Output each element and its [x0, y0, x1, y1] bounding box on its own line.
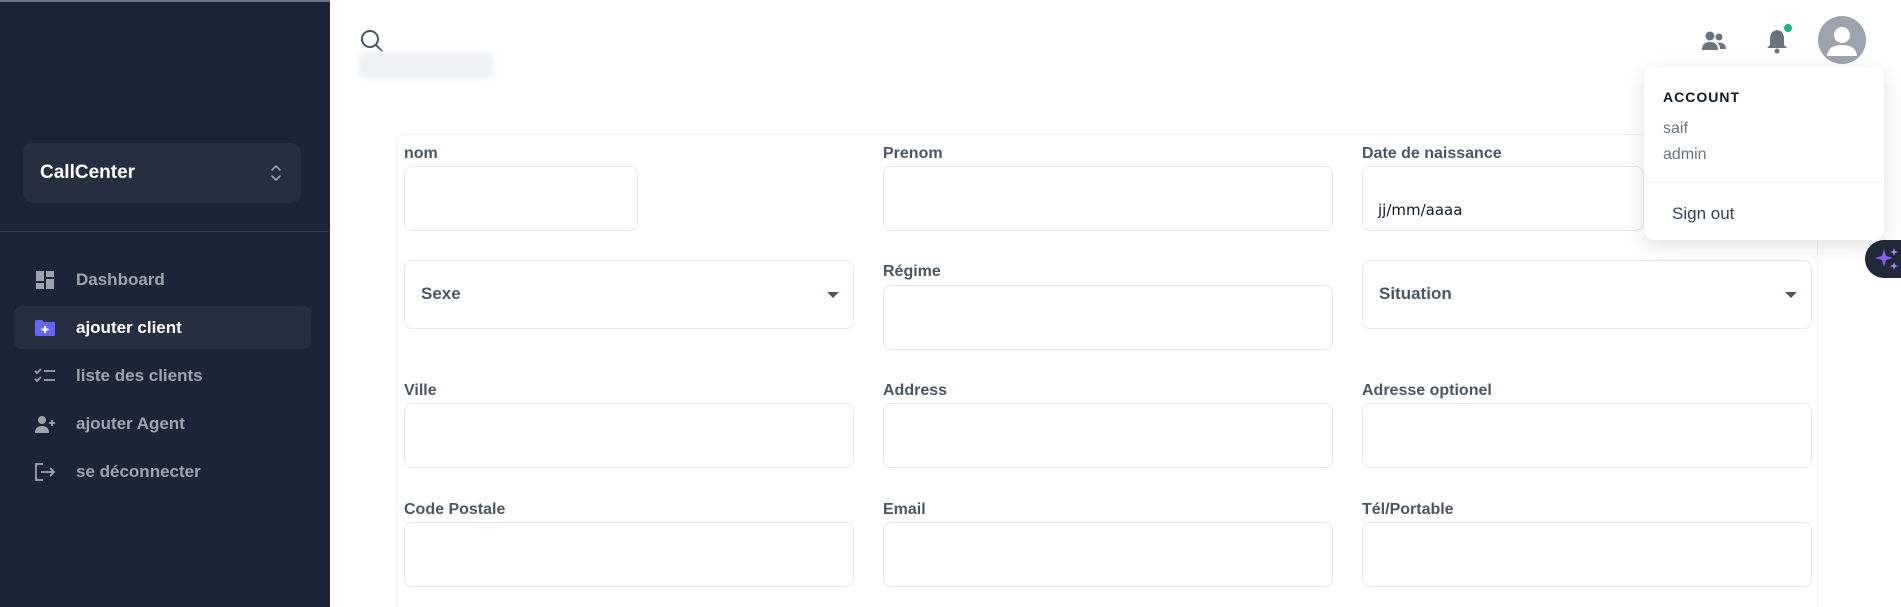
tel-portable-input[interactable]: [1362, 522, 1812, 587]
dashboard-icon: [33, 268, 57, 292]
sparkles-icon: [1875, 248, 1898, 270]
email-input[interactable]: [883, 522, 1333, 587]
date-placeholder: jj/mm/aaaa: [1378, 201, 1463, 219]
sexe-select-value: Sexe: [421, 284, 461, 303]
label-prenom: Prenom: [883, 145, 943, 162]
sidebar-nav: Dashboard ajouter client liste des clien…: [14, 258, 311, 498]
page-title-placeholder: [359, 52, 494, 78]
sidebar-item-ajouter-client[interactable]: ajouter client: [14, 306, 311, 349]
label-address: Address: [883, 382, 948, 399]
regime-input[interactable]: [883, 285, 1333, 350]
sexe-select[interactable]: Sexe: [404, 260, 854, 329]
ai-assistant-button[interactable]: [1865, 240, 1901, 278]
workspace-selector[interactable]: CallCenter: [23, 143, 301, 203]
sign-out-button[interactable]: Sign out: [1672, 204, 1734, 224]
situation-select-value: Situation: [1379, 284, 1452, 303]
label-date-naissance: Date de naissance: [1362, 145, 1502, 162]
address-input[interactable]: [883, 403, 1333, 468]
label-ville: Ville: [404, 382, 437, 399]
adresse-optionel-input[interactable]: [1362, 403, 1812, 468]
checklist-icon: [33, 364, 57, 388]
user-avatar-icon[interactable]: [1818, 16, 1866, 64]
chevron-up-down-icon: [271, 165, 281, 181]
account-menu: ACCOUNT saif admin Sign out: [1644, 67, 1884, 240]
sidebar-item-label: liste des clients: [76, 365, 203, 385]
nom-input[interactable]: [404, 166, 638, 231]
label-adresse-optionel: Adresse optionel: [1362, 382, 1492, 399]
prenom-input[interactable]: [883, 166, 1333, 231]
sidebar-item-ajouter-agent[interactable]: ajouter Agent: [14, 402, 311, 445]
sidebar-divider: [0, 231, 330, 232]
situation-select[interactable]: Situation: [1362, 260, 1812, 329]
logout-icon: [33, 460, 57, 484]
caret-down-icon: [827, 292, 839, 298]
label-regime: Régime: [883, 263, 941, 280]
sidebar-item-se-deconnecter[interactable]: se déconnecter: [14, 450, 311, 493]
account-role: admin: [1663, 146, 1707, 163]
account-username: saif: [1663, 120, 1688, 137]
users-icon[interactable]: [1700, 27, 1728, 55]
notification-badge: [1783, 23, 1793, 33]
sidebar: CallCenter Dashboard ajouter client list…: [0, 0, 330, 607]
sidebar-item-liste-des-clients[interactable]: liste des clients: [14, 354, 311, 397]
date-naissance-input[interactable]: jj/mm/aaaa: [1362, 166, 1644, 231]
label-code-postale: Code Postale: [404, 501, 506, 518]
sidebar-item-label: Dashboard: [76, 269, 165, 289]
search-icon[interactable]: [359, 28, 385, 54]
label-email: Email: [883, 501, 926, 518]
sidebar-item-label: ajouter Agent: [76, 413, 185, 433]
sidebar-item-dashboard[interactable]: Dashboard: [14, 258, 311, 301]
user-add-icon: [33, 412, 57, 436]
ville-input[interactable]: [404, 403, 854, 468]
brand-name: CallCenter: [40, 162, 136, 183]
caret-down-icon: [1785, 292, 1797, 298]
label-tel-portable: Tél/Portable: [1362, 501, 1454, 518]
folder-add-icon: [33, 316, 57, 340]
sidebar-item-label: se déconnecter: [76, 461, 201, 481]
account-menu-divider: [1644, 182, 1884, 183]
label-nom: nom: [404, 145, 438, 162]
account-heading: ACCOUNT: [1663, 89, 1740, 105]
code-postale-input[interactable]: [404, 522, 854, 587]
sidebar-item-label: ajouter client: [76, 317, 182, 337]
